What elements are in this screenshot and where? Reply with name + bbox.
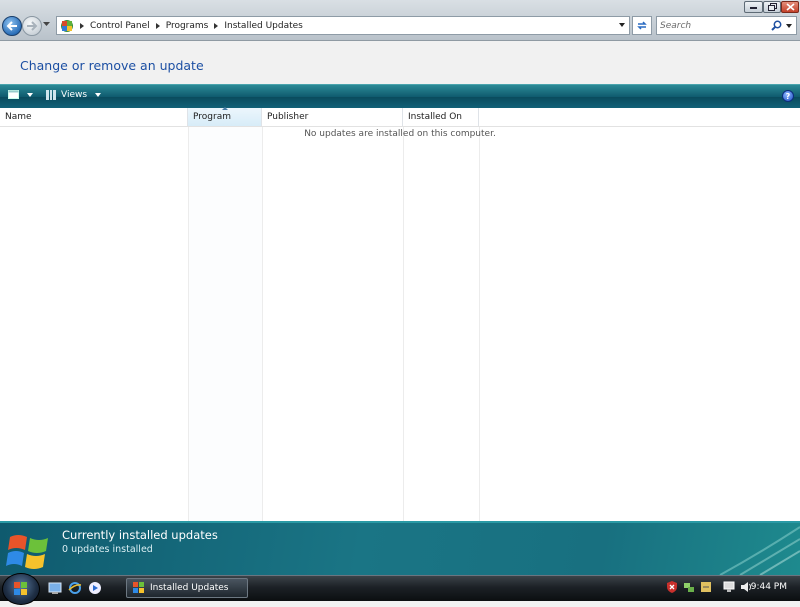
- windows-logo-icon: [6, 535, 48, 569]
- breadcrumb-control-panel[interactable]: Control Panel: [90, 21, 150, 31]
- close-button[interactable]: [781, 1, 799, 13]
- column-divider: [403, 126, 404, 521]
- column-header-publisher[interactable]: Publisher: [262, 108, 403, 126]
- updates-list[interactable]: Name Program Publisher Installed On No u…: [0, 107, 800, 521]
- close-icon: [785, 3, 795, 11]
- taskbar: Installed Updates 9:44 PM: [0, 573, 800, 605]
- details-title: Currently installed updates: [62, 528, 218, 542]
- update-icon[interactable]: [700, 580, 712, 594]
- search-icon[interactable]: [771, 20, 782, 31]
- organize-icon: [8, 90, 19, 99]
- internet-explorer-icon[interactable]: [68, 581, 82, 595]
- back-button[interactable]: [2, 16, 22, 36]
- views-menu-button[interactable]: Views: [46, 90, 102, 100]
- address-bar[interactable]: Control Panel Programs Installed Updates: [56, 16, 630, 35]
- decorative-swoosh: [719, 526, 800, 575]
- views-icon: [46, 90, 56, 100]
- forward-arrow-icon: [27, 21, 38, 31]
- views-label: Views: [61, 90, 88, 100]
- navigation-bar: Control Panel Programs Installed Updates: [0, 0, 800, 41]
- breadcrumb-programs[interactable]: Programs: [166, 21, 209, 31]
- details-pane: Currently installed updates 0 updates in…: [0, 521, 800, 577]
- minimize-icon: [750, 7, 757, 9]
- maximize-button[interactable]: [763, 1, 781, 13]
- help-button[interactable]: ?: [782, 90, 794, 102]
- network-icon[interactable]: [683, 580, 695, 594]
- back-arrow-icon: [6, 21, 17, 31]
- display-icon[interactable]: [723, 580, 735, 594]
- column-header-row: Name Program Publisher Installed On: [0, 107, 800, 127]
- clock[interactable]: 9:44 PM: [751, 582, 787, 592]
- notification-area: [666, 580, 752, 594]
- security-shield-icon[interactable]: [666, 580, 678, 594]
- restore-icon: [767, 3, 777, 11]
- column-divider: [262, 126, 263, 521]
- refresh-icon: [637, 21, 647, 30]
- column-divider: [188, 126, 189, 521]
- minimize-button[interactable]: [744, 1, 763, 13]
- show-desktop-icon[interactable]: [48, 581, 62, 595]
- chevron-down-icon: [27, 92, 33, 97]
- column-divider: [479, 126, 480, 521]
- search-input[interactable]: [660, 18, 768, 33]
- breadcrumb-separator[interactable]: [214, 22, 219, 29]
- column-header-program[interactable]: Program: [188, 108, 262, 126]
- refresh-button[interactable]: [632, 16, 652, 35]
- taskbar-button-label: Installed Updates: [150, 583, 229, 593]
- organize-menu-button[interactable]: [8, 90, 33, 99]
- taskbar-button-installed-updates[interactable]: Installed Updates: [126, 578, 248, 598]
- address-history-dropdown[interactable]: [619, 23, 625, 27]
- forward-button[interactable]: [22, 16, 42, 36]
- search-box[interactable]: [656, 16, 797, 35]
- search-options-dropdown[interactable]: [786, 24, 792, 28]
- recent-pages-dropdown[interactable]: [43, 22, 50, 27]
- control-panel-icon: [133, 582, 144, 593]
- column-header-installed-on[interactable]: Installed On: [403, 108, 479, 126]
- sort-ascending-icon: [222, 107, 228, 110]
- control-panel-icon: [61, 19, 73, 32]
- start-button[interactable]: [2, 573, 40, 605]
- column-header-name[interactable]: Name: [0, 108, 188, 126]
- updates-count: 0 updates installed: [62, 544, 153, 555]
- command-bar: Views ?: [0, 84, 800, 109]
- sorted-column-highlight: [188, 126, 262, 521]
- breadcrumb-installed-updates[interactable]: Installed Updates: [224, 21, 303, 31]
- chevron-down-icon: [95, 93, 102, 97]
- content-header: Change or remove an update: [0, 41, 800, 84]
- empty-list-message: No updates are installed on this compute…: [304, 129, 496, 139]
- breadcrumb-separator[interactable]: [80, 22, 84, 29]
- page-title: Change or remove an update: [20, 58, 204, 73]
- breadcrumb-separator[interactable]: [155, 22, 160, 29]
- media-player-icon[interactable]: [88, 581, 102, 595]
- quick-launch: [48, 581, 102, 595]
